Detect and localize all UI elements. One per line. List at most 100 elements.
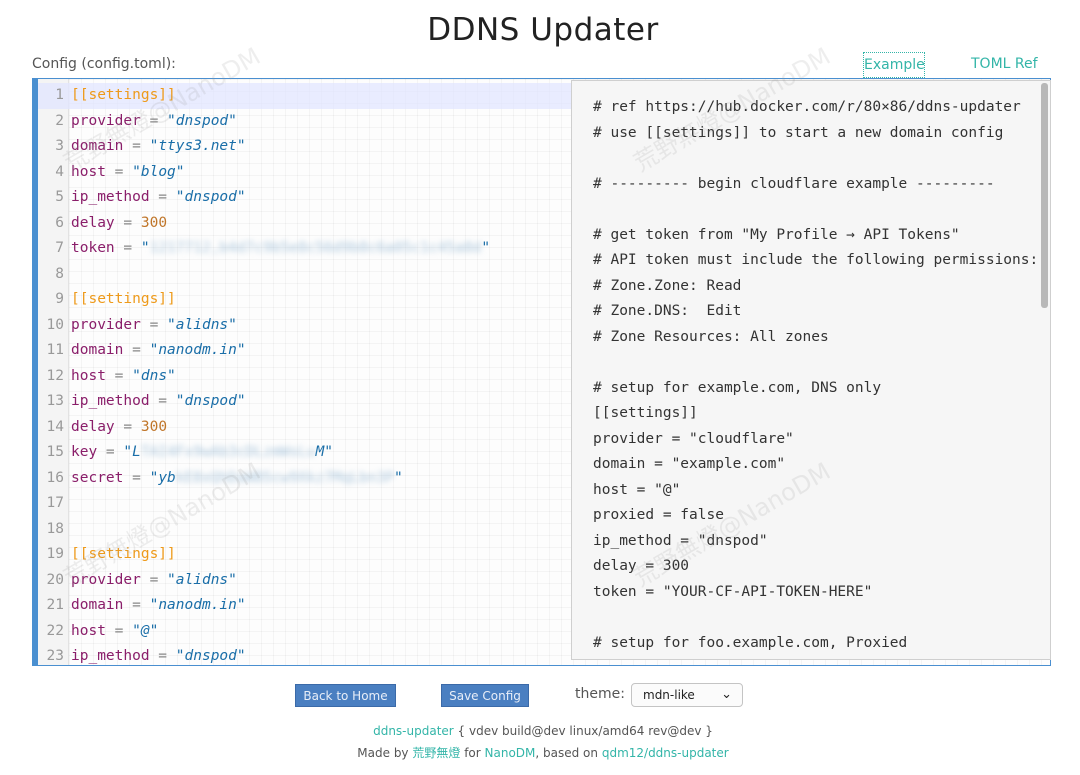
line-number: 3 [55,138,64,154]
line-number: 23 [46,648,64,664]
line-text: domain = "nanodm.in" [71,338,246,364]
code-token: "alidns" [167,316,237,333]
example-line: proxied = false [593,507,724,523]
code-token: = [149,189,176,205]
line-number: 1 [55,87,64,103]
code-token: = [114,418,141,435]
example-line [593,197,1038,223]
code-token: domain [71,597,124,613]
line-number: 8 [55,265,64,282]
code-token: M" [315,444,333,460]
line-number: 15 [46,444,64,460]
example-panel[interactable]: # ref https://hub.docker.com/r/80×86/ddn… [571,80,1051,660]
example-line: # Zone.DNS: Edit [593,303,742,319]
code-token: delay [71,214,115,231]
line-text: key = "LTAI4Fx9wAb3cDLzmWsLuM" [71,440,333,466]
example-line: ip_method = "dnspod" [593,532,768,549]
line-number: 19 [46,546,64,562]
code-token: = [114,240,141,256]
code-token: host [71,622,106,639]
code-token: domain [71,342,124,358]
line-text: provider = "alidns" [71,313,237,339]
example-scrollbar[interactable] [1041,83,1048,308]
code-token: " [481,240,491,256]
back-to-home-button[interactable]: Back to Home [295,684,396,707]
code-token: [[settings]] [71,87,176,103]
example-line: delay = 300 [593,558,690,574]
line-text: delay = 300 [71,211,167,237]
line-number: 22 [46,622,64,639]
line-text: provider = "alidns" [71,568,237,594]
code-token: = [105,163,133,180]
line-text: host = "blog" [71,160,185,186]
code-token: = [140,571,168,588]
example-line: provider = "cloudflare" [593,430,794,447]
code-token: provider [71,112,141,129]
page-title: DDNS Updater [427,12,659,48]
line-text: token = "1217712,b4d7c9b5e8c56d9b8c6a05c… [71,236,490,262]
line-number: 11 [46,342,64,358]
line-text: host = "@" [71,619,158,645]
footer-build-info: ddns-updater { vdev build@dev linux/amd6… [0,724,1080,738]
example-line: # use [[settings]] to start a new domain… [593,124,1004,141]
line-text: ip_method = "dnspod" [71,389,246,415]
app-link[interactable]: ddns-updater [373,724,454,738]
code-token: token [71,240,115,256]
code-token: "yb [149,469,176,486]
code-token: 1217712,b4d7c9b5e8c56d9b8c6a05c1c45a8d [149,240,482,256]
line-text: [[settings]] [71,287,176,313]
code-token: "alidns" [167,571,237,588]
line-text: host = "dns" [71,364,176,390]
line-text: secret = "ybkE8xQhDaWB5cw9Xkz7MqLbn3P" [71,466,403,492]
example-line: token = "YOUR-CF-API-TOKEN-HERE" [593,583,873,600]
code-token: host [71,367,106,384]
code-token: "nanodm.in" [149,597,246,613]
line-number: 10 [46,316,64,333]
example-text: # ref https://hub.docker.com/r/80×86/ddn… [593,95,1038,656]
code-token: = [149,393,176,409]
made-by-text: Made by [357,746,413,760]
tab-example[interactable]: Example [863,52,925,78]
example-line [593,605,1038,631]
example-line: # ref https://hub.docker.com/r/80×86/ddn… [593,99,1021,115]
line-number: 17 [46,495,64,511]
example-line: # Zone Resources: All zones [593,328,829,345]
line-number: 13 [46,393,64,409]
build-info: { vdev build@dev linux/amd64 rev@dev } [453,724,713,738]
line-text: ip_method = "dnspod" [71,185,246,211]
code-token: "dnspod" [175,648,246,664]
save-config-button[interactable]: Save Config [441,684,529,707]
code-token: "dnspod" [175,189,246,205]
code-token: 300 [140,214,168,231]
code-token: = [149,648,176,664]
line-number: 9 [55,291,64,307]
line-number: 6 [55,214,64,231]
code-token: "L [123,444,141,460]
example-line: host = "@" [593,481,681,498]
upstream-link[interactable]: qdm12/ddns-updater [602,746,729,760]
code-token: delay [71,418,115,435]
line-number: 21 [46,597,64,613]
line-text: domain = "nanodm.in" [71,593,246,619]
line-number: 20 [46,571,64,588]
example-line: # Zone.Zone: Read [593,277,742,294]
example-line [593,146,1038,172]
line-number: 12 [46,367,64,384]
code-token: provider [71,316,141,333]
based-on-text: , based on [535,746,602,760]
org-link[interactable]: NanoDM [485,746,536,760]
author-link[interactable]: 荒野無燈 [412,746,460,760]
code-token: "@" [132,622,159,639]
theme-select[interactable]: mdn-like ⌄ [631,683,743,707]
tab-toml-ref[interactable]: TOML Ref [971,56,1038,72]
for-text: for [460,746,485,760]
code-token: ip_method [71,648,150,664]
code-token: " [140,240,150,256]
line-text: ip_method = "dnspod" [71,644,246,665]
code-token: = [123,342,150,358]
line-number: 18 [46,520,64,537]
code-token: "nanodm.in" [149,342,246,358]
code-token: [[settings]] [71,291,176,307]
code-token: "ttys3.net" [149,138,246,154]
code-token: = [114,214,141,231]
